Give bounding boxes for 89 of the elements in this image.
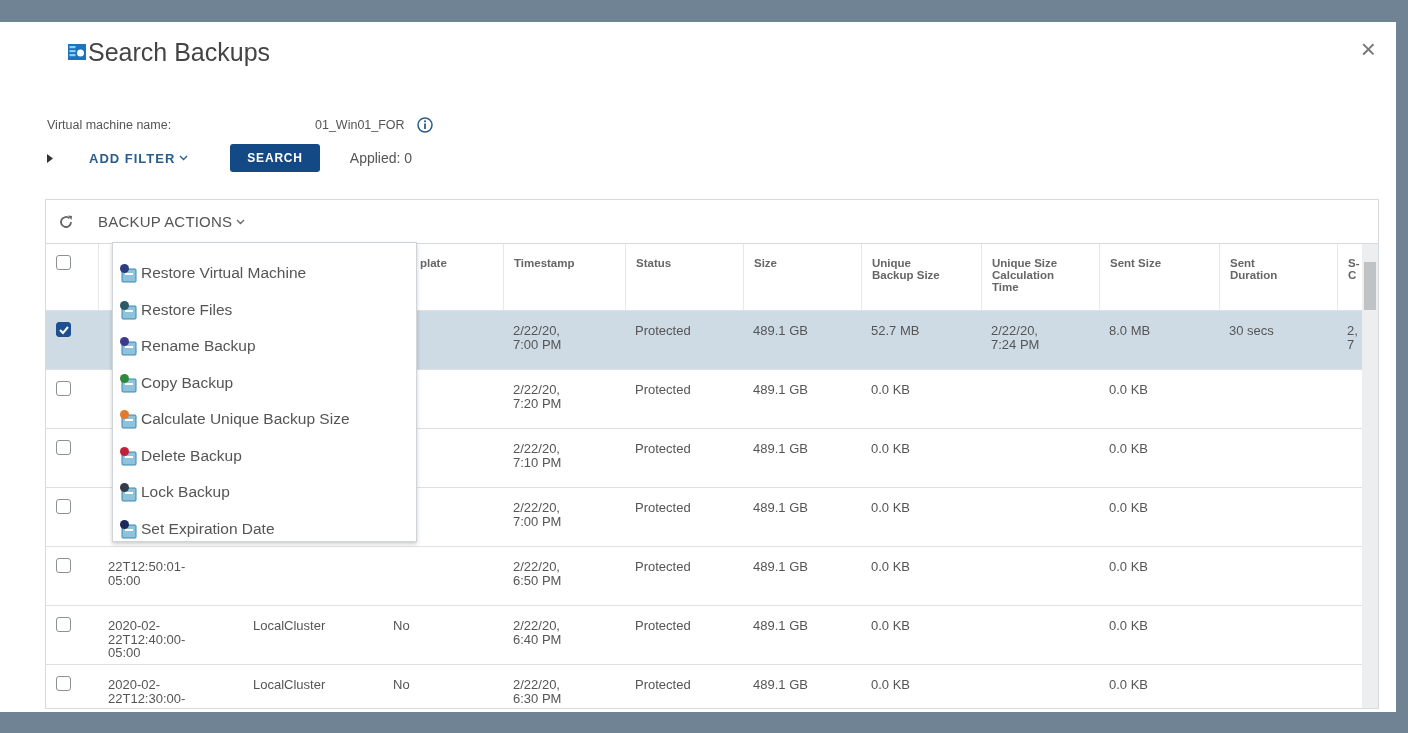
table-cell: 0.0 KB bbox=[1109, 677, 1149, 692]
table-cell: Protected bbox=[635, 618, 691, 633]
table-cell: 489.1 GB bbox=[753, 441, 808, 456]
table-cell: 2/22/20, 7:00 PM bbox=[513, 323, 562, 352]
menu-item[interactable]: Lock Backup bbox=[119, 474, 416, 511]
dialog-title: Search Backups bbox=[88, 37, 271, 67]
column-header[interactable]: Sent Duration bbox=[1219, 244, 1337, 310]
table-cell: LocalCluster bbox=[253, 618, 326, 633]
table-cell: 489.1 GB bbox=[753, 618, 808, 633]
add-filter-button[interactable]: ADD FILTER bbox=[89, 150, 189, 166]
table-cell: 22T12:50:01- 05:00 bbox=[108, 559, 186, 588]
column-header[interactable]: Timestamp bbox=[503, 244, 625, 310]
backup-icon bbox=[119, 445, 137, 466]
checkbox[interactable] bbox=[56, 558, 71, 573]
backup-icon bbox=[119, 263, 137, 284]
table-cell: No bbox=[393, 677, 410, 692]
table-cell: 0.0 KB bbox=[871, 618, 911, 633]
backup-icon bbox=[119, 336, 137, 357]
table-cell: LocalCluster bbox=[253, 677, 326, 692]
table-cell: 0.0 KB bbox=[1109, 500, 1149, 515]
table-cell: 0.0 KB bbox=[1109, 441, 1149, 456]
backup-icon bbox=[119, 409, 137, 430]
checkbox[interactable] bbox=[56, 440, 71, 455]
checkbox[interactable] bbox=[56, 617, 71, 632]
expand-icon[interactable] bbox=[47, 153, 53, 163]
backup-icon bbox=[119, 518, 137, 539]
table-cell: Protected bbox=[635, 677, 691, 692]
caret-icon bbox=[236, 219, 246, 225]
checkbox[interactable] bbox=[56, 322, 71, 337]
backup-icon bbox=[119, 482, 137, 503]
column-header[interactable]: Status bbox=[625, 244, 743, 310]
table-cell: 2/22/20, 7:24 PM bbox=[991, 323, 1040, 352]
backup-icon bbox=[68, 43, 86, 61]
table-cell: 0.0 KB bbox=[1109, 559, 1149, 574]
table-cell: Protected bbox=[635, 559, 691, 574]
backup-icon bbox=[119, 372, 137, 393]
column-header[interactable]: S- C bbox=[1337, 244, 1361, 310]
scrollbar[interactable] bbox=[1362, 244, 1378, 708]
table-cell: 0.0 KB bbox=[871, 559, 911, 574]
table-cell: Protected bbox=[635, 441, 691, 456]
table-cell: 2/22/20, 6:50 PM bbox=[513, 559, 562, 588]
menu-item[interactable]: Calculate Unique Backup Size bbox=[119, 401, 416, 438]
column-header[interactable]: Unique Size Calculation Time bbox=[981, 244, 1099, 310]
table-cell: 489.1 GB bbox=[753, 559, 808, 574]
search-button[interactable]: SEARCH bbox=[230, 144, 320, 172]
backup-actions-menu-button[interactable]: BACKUP ACTIONS bbox=[98, 213, 246, 230]
menu-item[interactable]: Rename Backup bbox=[119, 328, 416, 365]
close-button[interactable]: × bbox=[1354, 32, 1382, 67]
table-cell: 0.0 KB bbox=[1109, 618, 1149, 633]
table-cell: 2/22/20, 6:30 PM bbox=[513, 677, 562, 706]
menu-item[interactable]: Delete Backup bbox=[119, 437, 416, 474]
table-cell: Protected bbox=[635, 500, 691, 515]
table-cell: No bbox=[393, 618, 410, 633]
menu-item[interactable]: Set Expiration Date bbox=[119, 510, 416, 547]
field-label: Virtual machine name: bbox=[47, 118, 173, 132]
table-cell: 0.0 KB bbox=[871, 677, 911, 692]
table-cell: 2020-02- 22T12:30:00- bbox=[108, 677, 186, 706]
field-value: 01_Win01_FOR bbox=[315, 118, 405, 132]
info-icon[interactable] bbox=[416, 117, 433, 133]
table-cell: 0.0 KB bbox=[871, 382, 911, 397]
table-cell: 0.0 KB bbox=[871, 500, 911, 515]
column-header[interactable]: Sent Size bbox=[1099, 244, 1219, 310]
table-cell: 2, 7 bbox=[1347, 323, 1358, 352]
table-cell: 489.1 GB bbox=[753, 500, 808, 515]
checkbox[interactable] bbox=[56, 676, 71, 691]
table-cell: 489.1 GB bbox=[753, 382, 808, 397]
table-cell: 489.1 GB bbox=[753, 323, 808, 338]
table-cell: 8.0 MB bbox=[1109, 323, 1151, 338]
checkbox[interactable] bbox=[56, 499, 71, 514]
table-cell: 2020-02- 22T12:40:00- 05:00 bbox=[108, 618, 186, 661]
table-cell: 2/22/20, 6:40 PM bbox=[513, 618, 562, 647]
table-cell: 2/22/20, 7:20 PM bbox=[513, 382, 562, 411]
table-cell: Protected bbox=[635, 323, 691, 338]
table-cell: 0.0 KB bbox=[871, 441, 911, 456]
backup-icon bbox=[119, 299, 137, 320]
table-cell: 52.7 MB bbox=[871, 323, 920, 338]
checkbox[interactable] bbox=[56, 381, 71, 396]
checkbox[interactable] bbox=[56, 255, 71, 270]
refresh-icon[interactable] bbox=[58, 213, 74, 230]
applied-count: Applied: 0 bbox=[349, 150, 413, 166]
table-cell: 489.1 GB bbox=[753, 677, 808, 692]
table-cell: Protected bbox=[635, 382, 691, 397]
table-cell: 30 secs bbox=[1229, 323, 1274, 338]
table-cell: 2/22/20, 7:00 PM bbox=[513, 500, 562, 529]
caret-icon bbox=[179, 154, 189, 161]
column-header[interactable]: Unique Backup Size bbox=[861, 244, 981, 310]
column-header[interactable]: Size bbox=[743, 244, 861, 310]
table-cell: 2/22/20, 7:10 PM bbox=[513, 441, 562, 470]
table-cell: 0.0 KB bbox=[1109, 382, 1149, 397]
